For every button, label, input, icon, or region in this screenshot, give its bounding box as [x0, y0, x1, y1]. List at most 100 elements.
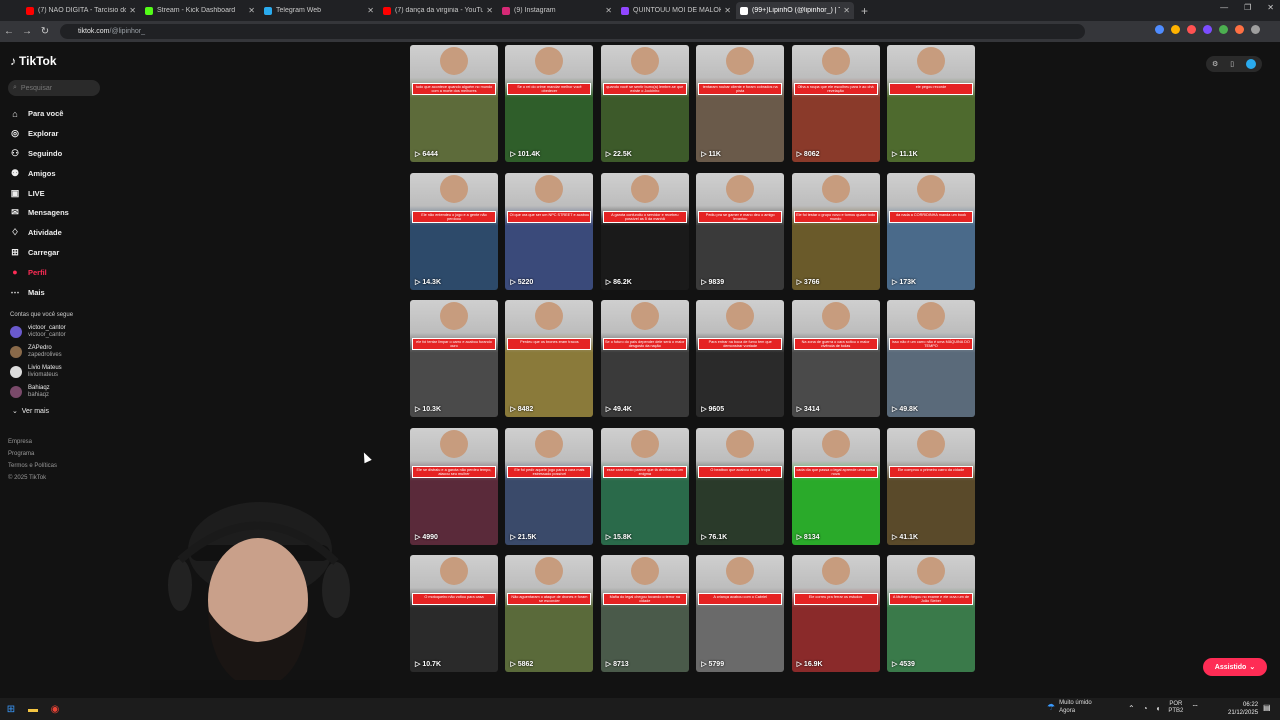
- sidebar-item-atividade[interactable]: ♢ Atividade: [10, 223, 69, 243]
- footer-link[interactable]: Termos e Políticas: [8, 460, 57, 472]
- windows-start-icon[interactable]: ⊞: [0, 704, 22, 715]
- video-thumbnail[interactable]: Olha a roupa que ele escolheu para ir ao…: [791, 45, 880, 162]
- video-thumbnail[interactable]: cada dia que passa o legal aprende uma c…: [791, 427, 880, 545]
- chrome-icon[interactable]: ◉: [44, 704, 66, 715]
- file-explorer-icon[interactable]: ▬: [22, 704, 44, 715]
- video-thumbnail[interactable]: Pediu pra se gamer e mano deu o amigo le…: [696, 172, 785, 290]
- watched-button[interactable]: Assistido ⌄: [1203, 658, 1267, 676]
- followed-account[interactable]: Bahiaqz bahiaqz: [10, 385, 50, 399]
- sidebar-item-mais[interactable]: ⋯ Mais: [10, 282, 69, 302]
- footer-link[interactable]: Programa: [8, 448, 57, 460]
- tab-close-icon[interactable]: ✕: [367, 6, 374, 15]
- video-thumbnail[interactable]: Se o rei do crime mandar melhor você obe…: [505, 45, 594, 162]
- extension-icon[interactable]: [1171, 25, 1180, 34]
- browser-tab[interactable]: (7) dança da virginia - YouTube ✕: [379, 2, 497, 19]
- url-input[interactable]: tiktok.com/@lipinhor_: [60, 24, 1085, 39]
- video-thumbnail[interactable]: ele pegou recorde ▷ 11.1K: [887, 45, 975, 162]
- video-thumbnail[interactable]: Na zona de guerra o cara soltou o maior …: [791, 300, 880, 417]
- video-thumbnail[interactable]: esse cara lendo parece que tá decifrando…: [600, 427, 689, 545]
- sidebar-item-perfil[interactable]: ● Perfil: [10, 262, 69, 282]
- sidebar-item-para-voce[interactable]: ⌂ Para você: [10, 104, 69, 124]
- maximize-icon[interactable]: ❐: [1244, 3, 1251, 12]
- minimize-icon[interactable]: —: [1220, 3, 1228, 12]
- extension-icon[interactable]: [1187, 25, 1196, 34]
- volume-icon[interactable]: ◖: [1156, 704, 1161, 713]
- video-thumbnail[interactable]: tentaram roubar cliente e foram cobrados…: [696, 45, 785, 162]
- sidebar-item-explorar[interactable]: ◎ Explorar: [10, 124, 69, 144]
- browser-tab[interactable]: Stream - Kick Dashboard ✕: [141, 2, 259, 19]
- video-thumbnail[interactable]: O beatbox que acabou com a tropa ▷ 76.1K: [696, 427, 785, 545]
- extension-icon[interactable]: [1219, 25, 1228, 34]
- view-count: ▷ 49.4K: [605, 406, 632, 413]
- video-thumbnail[interactable]: quando você se sentir burro(a) lembre-se…: [600, 45, 689, 162]
- device-icon[interactable]: ▯: [1230, 60, 1234, 68]
- sidebar-item-seguindo[interactable]: ⚇ Seguindo: [10, 144, 69, 164]
- extension-icon[interactable]: [1155, 25, 1164, 34]
- video-thumbnail[interactable]: Para entrar na boca de fumo tem que demo…: [696, 300, 785, 417]
- wifi-icon[interactable]: ⌔: [1191, 703, 1199, 713]
- extension-icon[interactable]: [1203, 25, 1212, 34]
- video-thumbnail[interactable]: tudo que acontece quando alguém no mundo…: [410, 45, 498, 162]
- sidebar-item-label: LIVE: [28, 188, 45, 198]
- video-thumbnail[interactable]: isso não é um carro não é uma MÁQUINA DO…: [887, 300, 975, 417]
- extension-icon[interactable]: [1251, 25, 1260, 34]
- browser-tab[interactable]: (9) Instagram ✕: [498, 2, 616, 19]
- reload-icon[interactable]: ↻: [36, 26, 54, 37]
- browser-tab[interactable]: (7) NÃO DIGITA - Tarcísio do A ✕: [22, 2, 140, 19]
- close-icon[interactable]: ✕: [1267, 3, 1274, 12]
- video-thumbnail[interactable]: A Mulher chegou no exame e ele cuvu um d…: [887, 555, 975, 672]
- video-thumbnail[interactable]: Ele foi pedir aquele jogo para a cara ma…: [505, 427, 594, 545]
- browser-tab[interactable]: Telegram Web ✕: [260, 2, 378, 19]
- video-thumbnail[interactable]: Se o futuro do país depender dele será o…: [600, 300, 689, 417]
- video-thumbnail[interactable]: Ele não entendeu o jogo e a gente não pe…: [410, 172, 498, 290]
- browser-tab[interactable]: QUINTOUU MOI DE MALOKEI! ✕: [617, 2, 735, 19]
- followed-account[interactable]: victoor_cantor victoor_cantor: [10, 325, 66, 339]
- video-thumbnail[interactable]: da nada a CORRIDINHA manda um book ▷ 173…: [887, 172, 975, 290]
- video-thumbnail[interactable]: Ele se distraiu e a garota não perdeu te…: [410, 427, 498, 545]
- video-thumbnail[interactable]: Ele comprou o primeiro carro da cidade ▷…: [887, 427, 975, 545]
- see-more-button[interactable]: ⌄ Ver mais: [12, 407, 49, 415]
- network-icon[interactable]: ◔: [1143, 704, 1148, 713]
- avatar[interactable]: [1246, 59, 1257, 69]
- back-icon[interactable]: ←: [0, 26, 18, 37]
- weather-widget[interactable]: ☂ Muito úmido Agora: [1047, 699, 1092, 715]
- video-thumbnail[interactable]: Perdeu que os brones eram tracos ▷ 8482: [505, 300, 594, 417]
- video-thumbnail[interactable]: Não aguentaram o ataque de drones e fora…: [505, 555, 594, 672]
- tab-close-icon[interactable]: ✕: [486, 6, 493, 15]
- view-count: ▷ 49.8K: [892, 406, 919, 413]
- tab-close-icon[interactable]: ✕: [724, 6, 731, 15]
- notification-icon[interactable]: ▤: [1263, 703, 1271, 712]
- video-thumbnail[interactable]: ele foi tentar limpar o carro e acabou f…: [410, 300, 498, 417]
- extension-icon[interactable]: [1235, 25, 1244, 34]
- video-thumbnail[interactable]: Ele foi testar o grupo novo e tomou quas…: [791, 172, 880, 290]
- thumbnail-face: [821, 174, 850, 203]
- video-thumbnail[interactable]: A criança acabou com o Cabriel ▷ 5799: [696, 555, 785, 672]
- forward-icon[interactable]: →: [18, 26, 36, 37]
- browser-tab[interactable]: (99+)LipinhO (@lipinhor_) | Tik ✕: [736, 2, 854, 19]
- taskbar: ⊞ ▬ ◉ ☂ Muito úmido Agora ⌃ ◔ ◖ POR PTB2…: [0, 698, 1280, 720]
- language-indicator[interactable]: POR PTB2: [1168, 701, 1183, 715]
- sidebar-item-mensagens[interactable]: ✉ Mensagens: [10, 203, 69, 223]
- video-caption: Se o rei do crime mandar melhor você obe…: [507, 83, 592, 95]
- followed-account[interactable]: ZAPedro zapedrolives: [10, 345, 62, 359]
- search-input[interactable]: ⌕ Pesquisar: [8, 80, 100, 96]
- video-thumbnail[interactable]: A garota confundiu o servidor e recebeu …: [600, 172, 689, 290]
- video-thumbnail[interactable]: O motoqueiro não voltou para casa ▷ 10.7…: [410, 555, 498, 672]
- footer-link[interactable]: Empresa: [8, 436, 57, 448]
- tab-close-icon[interactable]: ✕: [843, 6, 850, 15]
- sidebar-item-amigos[interactable]: ⚉ Amigos: [10, 163, 69, 183]
- tab-close-icon[interactable]: ✕: [129, 6, 136, 15]
- video-thumbnail[interactable]: Oi que ora que ser um NPC STREET e acabo…: [505, 172, 594, 290]
- video-thumbnail[interactable]: Ele correu pra ferrar os estudos ▷ 16.9K: [791, 555, 880, 672]
- new-tab-button[interactable]: +: [861, 4, 868, 18]
- tab-close-icon[interactable]: ✕: [248, 6, 255, 15]
- settings-icon[interactable]: ⚙: [1212, 60, 1218, 68]
- clock[interactable]: 06:22 21/12/2025: [1228, 701, 1258, 717]
- sidebar-item-live[interactable]: ▣ LIVE: [10, 183, 69, 203]
- tray-expand-icon[interactable]: ⌃: [1128, 704, 1135, 713]
- sidebar-item-carregar[interactable]: ⊞ Carregar: [10, 243, 69, 263]
- video-thumbnail[interactable]: Mafia do legal chegou tocando o terror n…: [600, 555, 689, 672]
- tiktok-logo[interactable]: ♪ TikTok: [10, 54, 57, 68]
- tab-close-icon[interactable]: ✕: [605, 6, 612, 15]
- followed-account[interactable]: Livio Mateus liviomateus: [10, 365, 62, 379]
